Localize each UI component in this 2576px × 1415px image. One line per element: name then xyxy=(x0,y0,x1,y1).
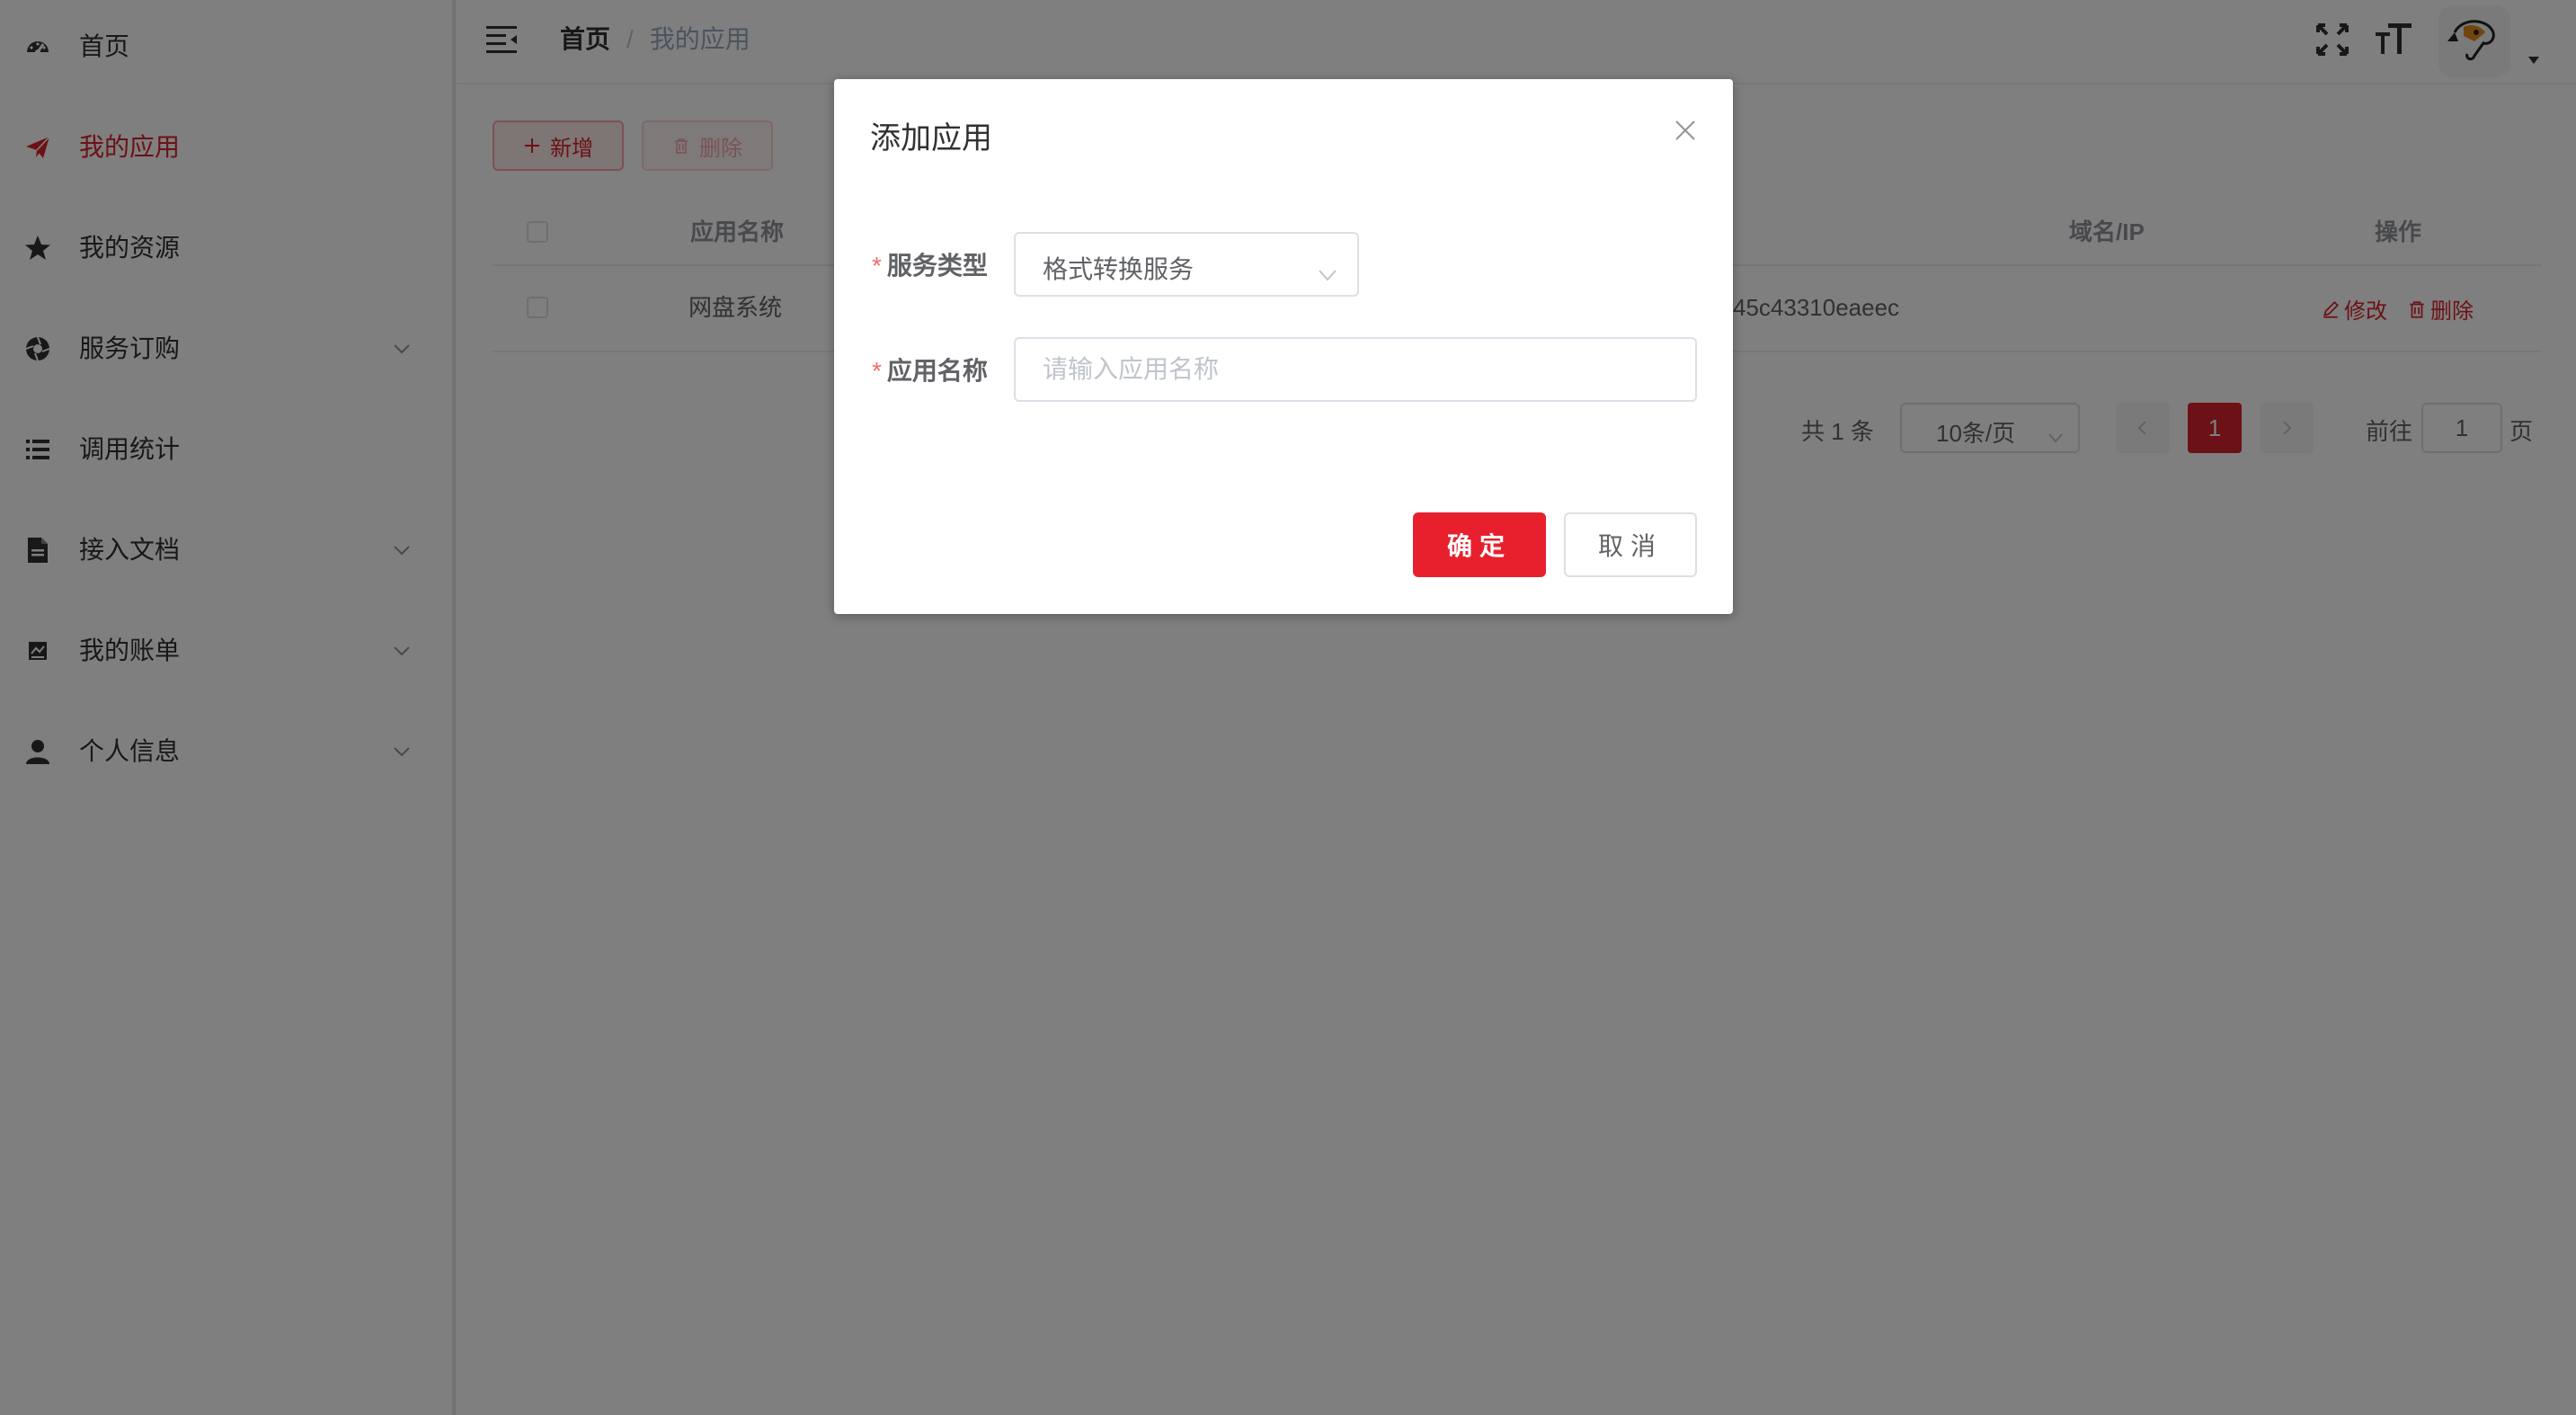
cancel-button[interactable]: 取消 xyxy=(1564,512,1697,577)
close-icon[interactable] xyxy=(1674,119,1697,142)
chevron-down-icon xyxy=(1318,259,1337,281)
app-name-label: * 应用名称 xyxy=(872,352,988,387)
confirm-button[interactable]: 确定 xyxy=(1413,512,1546,577)
service-type-value: 格式转换服务 xyxy=(1043,255,1195,283)
required-mark: * xyxy=(872,252,882,280)
app-name-label-text: 应用名称 xyxy=(886,357,988,385)
service-type-label: * 服务类型 xyxy=(872,246,988,282)
service-type-select[interactable]: 格式转换服务 xyxy=(1014,232,1359,297)
service-type-label-text: 服务类型 xyxy=(886,252,988,280)
required-mark: * xyxy=(872,357,882,385)
dialog-title: 添加应用 xyxy=(870,121,992,156)
add-app-dialog: 添加应用 *服务类型 格式转换服务 *应用名称 确定 取消 xyxy=(834,79,1733,614)
app-name-input[interactable] xyxy=(1014,337,1697,402)
